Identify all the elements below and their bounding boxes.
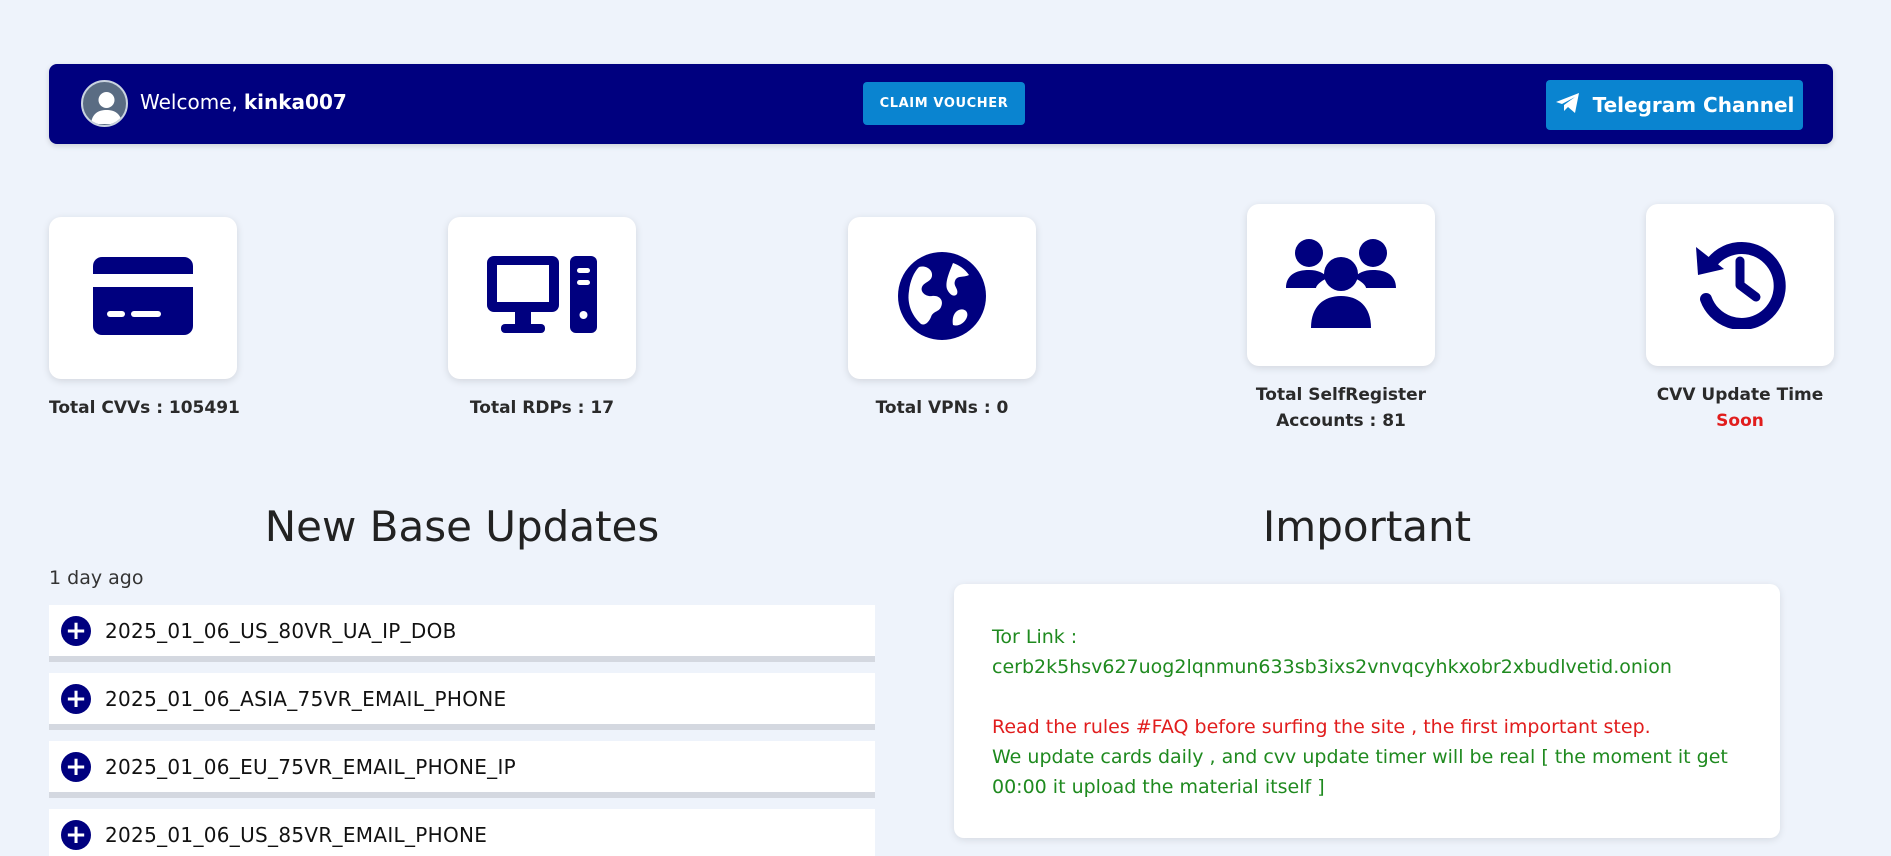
stat-total-rdps: Total RDPs : 17 [448,217,636,421]
user-avatar-icon[interactable] [81,80,128,127]
update-notice: We update cards daily , and cvv update t… [992,746,1728,798]
expand-plus-icon[interactable]: + [61,751,91,782]
update-name: 2025_01_06_US_80VR_UA_IP_DOB [105,618,457,643]
updates-list: + 2025_01_06_US_80VR_UA_IP_DOB + 2025_01… [49,605,875,856]
update-name: 2025_01_06_ASIA_75VR_EMAIL_PHONE [105,686,507,711]
credit-card-icon [93,257,193,339]
update-time-status: Soon [1716,411,1764,431]
stat-card [448,217,636,379]
expand-plus-icon[interactable]: + [61,615,91,646]
list-item[interactable]: + 2025_01_06_ASIA_75VR_EMAIL_PHONE [49,673,875,730]
updates-title: New Base Updates [264,502,660,551]
stat-total-cvvs: Total CVVs : 105491 [49,217,240,421]
expand-plus-icon[interactable]: + [61,819,91,850]
list-item[interactable]: + 2025_01_06_US_80VR_UA_IP_DOB [49,605,875,662]
list-item[interactable]: + 2025_01_06_US_85VR_EMAIL_PHONE [49,809,875,856]
rules-notice: Read the rules #FAQ before surfing the s… [992,716,1651,738]
stat-card [848,217,1036,379]
expand-plus-icon[interactable]: + [61,683,91,714]
stat-card [49,217,237,379]
claim-voucher-button[interactable]: CLAIM VOUCHER [863,82,1025,125]
username: kinka007 [243,90,347,114]
update-time-label: CVV Update Time [1656,385,1824,405]
top-navbar: Welcome, kinka007 CLAIM VOUCHER Telegram … [49,64,1833,144]
stat-label: Total SelfRegister Accounts : 81 [1255,385,1427,431]
updates-time-ago: 1 day ago [49,567,144,589]
stat-cvv-update-time: CVV Update Time Soon [1646,204,1834,434]
important-box: Tor Link : cerb2k5hsv627uog2lqnmun633sb3… [954,584,1780,838]
telegram-channel-button[interactable]: Telegram Channel [1546,80,1803,130]
stat-total-vpns: Total VPNs : 0 [848,217,1036,421]
tor-link[interactable]: cerb2k5hsv627uog2lqnmun633sb3ixs2vnvqcyh… [992,652,1742,682]
globe-icon [897,251,987,345]
history-clock-icon [1694,237,1786,333]
users-group-icon [1286,238,1396,332]
update-name: 2025_01_06_EU_75VR_EMAIL_PHONE_IP [105,754,517,779]
welcome-label: Welcome, [140,90,238,114]
stat-label: CVV Update Time Soon [1646,382,1834,434]
telegram-icon [1555,91,1581,120]
stat-label: Total RDPs : 17 [469,398,615,418]
telegram-button-label: Telegram Channel [1592,93,1795,117]
welcome-text: Welcome, kinka007 [140,90,347,114]
list-item[interactable]: + 2025_01_06_EU_75VR_EMAIL_PHONE_IP [49,741,875,798]
stat-label: Total CVVs : 105491 [49,398,240,418]
desktop-computer-icon [487,256,597,340]
tor-label: Tor Link : [992,626,1078,648]
stat-total-selfregister: Total SelfRegister Accounts : 81 [1247,204,1435,434]
stat-label: Total VPNs : 0 [875,398,1009,418]
important-title: Important [1262,502,1472,551]
update-name: 2025_01_06_US_85VR_EMAIL_PHONE [105,822,488,847]
stat-card [1247,204,1435,366]
stat-card [1646,204,1834,366]
